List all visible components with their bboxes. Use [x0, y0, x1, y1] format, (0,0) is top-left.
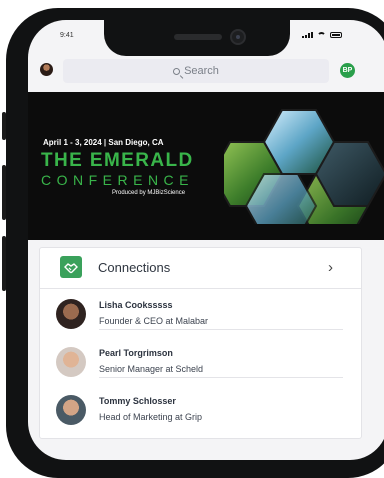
- connection-role: Head of Marketing at Grip: [99, 412, 203, 422]
- profile-badge[interactable]: BP: [340, 63, 355, 78]
- search-input[interactable]: Search: [63, 59, 329, 83]
- connections-card: Connections › Lisha Cooksssss Founder & …: [39, 247, 362, 439]
- divider: [99, 377, 343, 378]
- search-icon: [173, 67, 181, 75]
- search-placeholder: Search: [184, 65, 219, 77]
- user-avatar[interactable]: [40, 63, 53, 76]
- wifi-icon: [317, 32, 326, 38]
- divider: [40, 288, 361, 289]
- status-icons: [302, 32, 342, 38]
- hexagon-graphic: [224, 109, 384, 224]
- connections-title[interactable]: Connections: [98, 260, 170, 275]
- banner-title: THE EMERALD: [41, 150, 194, 171]
- status-time: 9:41: [60, 32, 74, 39]
- banner-produced-by: Produced by MJBizScience: [112, 190, 186, 196]
- connection-name: Tommy Schlosser: [99, 396, 176, 406]
- connection-role: Founder & CEO at Malabar: [99, 316, 209, 326]
- event-banner[interactable]: April 1 - 3, 2024 | San Diego, CA THE EM…: [28, 92, 384, 240]
- top-bar: Search BP: [28, 58, 362, 84]
- connection-name: Pearl Torgrimson: [99, 348, 173, 358]
- cellular-signal-icon: [302, 32, 313, 38]
- front-camera: [230, 29, 246, 45]
- handshake-icon: [60, 256, 82, 278]
- list-item[interactable]: Tommy Schlosser Head of Marketing at Gri…: [40, 393, 361, 433]
- connection-role: Senior Manager at Scheld: [99, 364, 204, 374]
- banner-date-location: April 1 - 3, 2024 | San Diego, CA: [43, 138, 164, 147]
- chevron-right-icon[interactable]: ›: [328, 259, 333, 276]
- list-item[interactable]: Pearl Torgrimson Senior Manager at Schel…: [40, 345, 361, 385]
- avatar: [56, 347, 86, 377]
- avatar: [56, 395, 86, 425]
- connection-name: Lisha Cooksssss: [99, 300, 173, 310]
- divider: [99, 329, 343, 330]
- banner-subtitle: CONFERENCE: [41, 172, 195, 188]
- list-item[interactable]: Lisha Cooksssss Founder & CEO at Malabar: [40, 297, 361, 337]
- speaker-grille: [174, 34, 222, 40]
- avatar: [56, 299, 86, 329]
- battery-icon: [330, 32, 342, 38]
